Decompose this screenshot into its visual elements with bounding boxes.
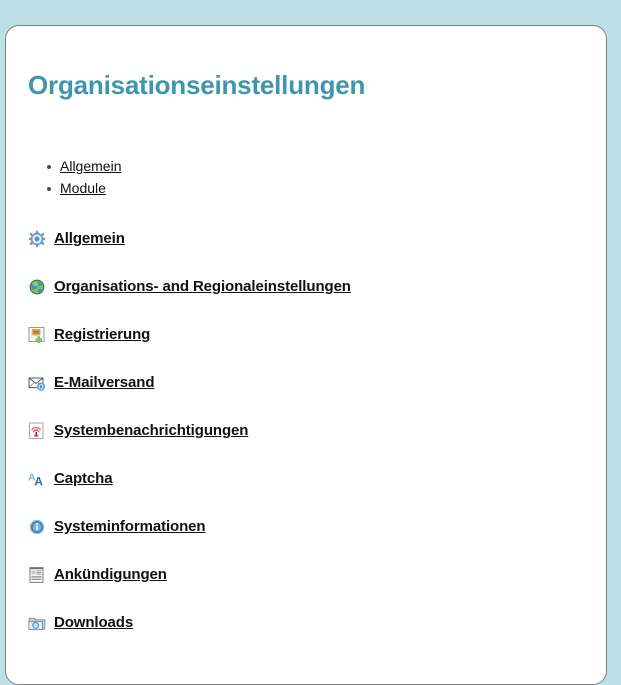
section-row-allgemein[interactable]: Allgemein xyxy=(28,229,584,249)
section-link-benachrichtigungen[interactable]: Systembenachrichtigungen xyxy=(54,422,248,439)
section-link-registrierung[interactable]: Registrierung xyxy=(54,326,150,343)
section-row-organisation[interactable]: Organisations- and Regionaleinstellungen xyxy=(28,277,584,297)
table-of-contents: Allgemein Module xyxy=(28,157,584,198)
list-item: Allgemein xyxy=(47,157,584,176)
section-link-downloads[interactable]: Downloads xyxy=(54,614,133,631)
section-link-systeminfo[interactable]: Systeminformationen xyxy=(54,518,206,535)
newspaper-icon xyxy=(28,566,46,584)
font-letters-icon: A A xyxy=(28,470,46,488)
toc-link-allgemein[interactable]: Allgemein xyxy=(60,158,121,174)
section-row-benachrichtigungen[interactable]: Systembenachrichtigungen xyxy=(28,421,584,441)
gear-icon xyxy=(28,230,46,248)
content-panel: Organisationseinstellungen Allgemein Mod… xyxy=(5,25,607,685)
panel-inner: Organisationseinstellungen Allgemein Mod… xyxy=(6,26,606,671)
user-add-icon xyxy=(28,326,46,344)
folder-download-icon xyxy=(28,614,46,632)
section-link-captcha[interactable]: Captcha xyxy=(54,470,113,487)
globe-icon xyxy=(28,278,46,296)
mail-settings-icon xyxy=(28,374,46,392)
section-link-email[interactable]: E-Mailversand xyxy=(54,374,155,391)
section-link-list: Allgemein Organisations- and Regionalein… xyxy=(28,229,584,633)
svg-text:A: A xyxy=(34,474,43,488)
broadcast-alert-icon xyxy=(28,422,46,440)
section-row-captcha[interactable]: A A Captcha xyxy=(28,469,584,489)
section-row-email[interactable]: E-Mailversand xyxy=(28,373,584,393)
section-link-organisation[interactable]: Organisations- and Regionaleinstellungen xyxy=(54,278,351,295)
page-title: Organisationseinstellungen xyxy=(28,70,366,100)
section-row-registrierung[interactable]: Registrierung xyxy=(28,325,584,345)
info-circle-icon xyxy=(28,518,46,536)
section-link-allgemein[interactable]: Allgemein xyxy=(54,230,125,247)
section-link-ankuendigungen[interactable]: Ankündigungen xyxy=(54,566,167,583)
list-item: Module xyxy=(47,179,584,198)
toc-link-module[interactable]: Module xyxy=(60,180,106,196)
section-row-downloads[interactable]: Downloads xyxy=(28,613,584,633)
section-row-ankuendigungen[interactable]: Ankündigungen xyxy=(28,565,584,585)
section-row-systeminfo[interactable]: Systeminformationen xyxy=(28,517,584,537)
